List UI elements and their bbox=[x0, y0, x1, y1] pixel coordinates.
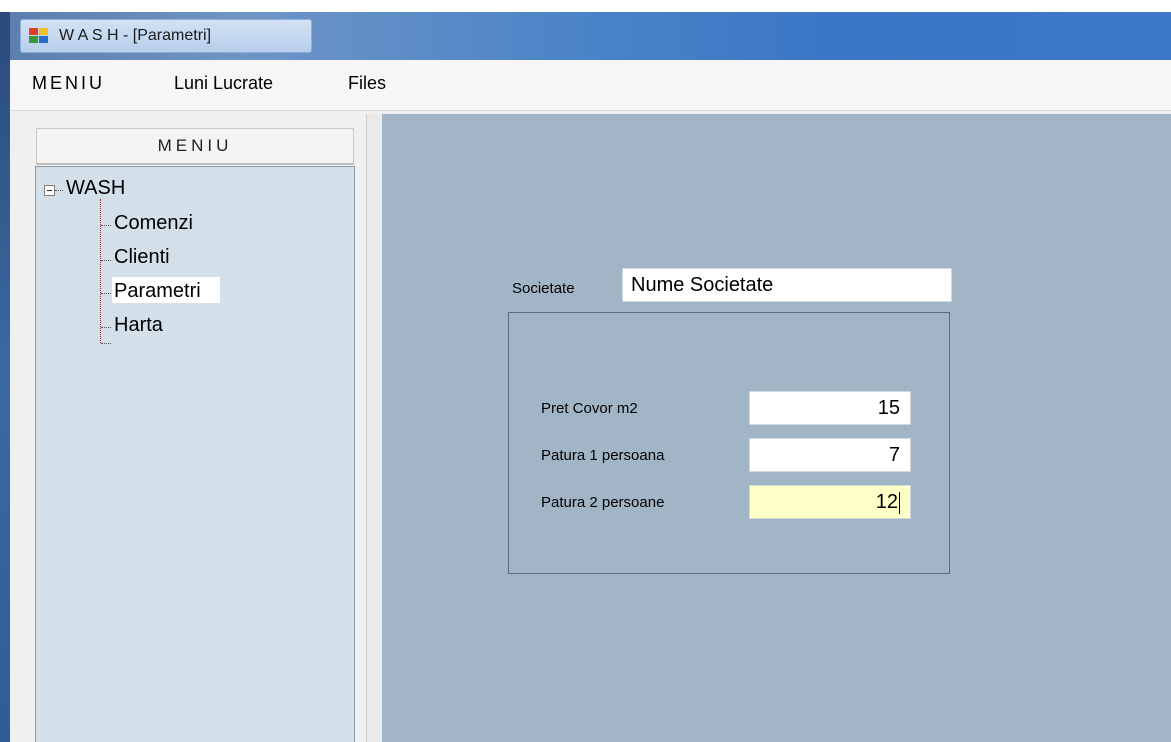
window-title: W A S H - [Parametri] bbox=[59, 27, 212, 44]
tree-connector bbox=[101, 293, 111, 294]
societate-input[interactable]: Nume Societate bbox=[622, 268, 952, 302]
menu-item-meniu[interactable]: MENIU bbox=[32, 73, 105, 94]
menu-item-luni-lucrate[interactable]: Luni Lucrate bbox=[174, 73, 273, 94]
text-caret bbox=[899, 491, 900, 514]
parameters-group: Pret Covor m2 15 Patura 1 persoana 7 Pat… bbox=[508, 312, 950, 574]
title-bar[interactable]: W A S H - [Parametri] bbox=[10, 12, 1171, 60]
menu-bar: MENIU Luni Lucrate Files bbox=[10, 60, 1171, 111]
tree-node-comenzi[interactable]: Comenzi bbox=[114, 212, 193, 235]
tree-connector bbox=[101, 225, 111, 226]
tree-connector bbox=[101, 260, 111, 261]
navigation-tree[interactable]: WASH Comenzi Clienti Parametri Harta bbox=[35, 166, 355, 742]
tree-connector bbox=[101, 343, 111, 344]
tree-node-wash[interactable]: WASH bbox=[66, 177, 125, 200]
patura-1-label: Patura 1 persoana bbox=[541, 447, 665, 464]
tree-node-harta[interactable]: Harta bbox=[114, 314, 163, 337]
tree-connector bbox=[55, 190, 63, 191]
patura-2-label: Patura 2 persoane bbox=[541, 494, 665, 511]
title-caption: W A S H - [Parametri] bbox=[20, 19, 312, 53]
patura-1-input[interactable]: 7 bbox=[749, 438, 911, 472]
tree-connector bbox=[100, 199, 101, 343]
menu-item-files[interactable]: Files bbox=[348, 73, 386, 94]
pret-covor-label: Pret Covor m2 bbox=[541, 400, 638, 417]
patura-2-value: 12 bbox=[875, 491, 898, 513]
app-window: W A S H - [Parametri] MENIU Luni Lucrate… bbox=[10, 12, 1171, 742]
societate-label: Societate bbox=[512, 280, 575, 297]
tree-connector bbox=[101, 327, 111, 328]
panel-header: MENIU bbox=[36, 128, 354, 165]
parameters-form: Societate Nume Societate Pret Covor m2 1… bbox=[382, 114, 1171, 742]
desktop-edge bbox=[0, 12, 10, 742]
collapse-icon[interactable] bbox=[44, 185, 55, 196]
pret-covor-input[interactable]: 15 bbox=[749, 391, 911, 425]
left-panel: MENIU WASH Comenzi Clienti Parametri Har… bbox=[24, 114, 366, 742]
tree-node-clienti[interactable]: Clienti bbox=[114, 246, 170, 269]
tree-node-parametri[interactable]: Parametri bbox=[114, 280, 201, 303]
patura-2-input[interactable]: 12 bbox=[749, 485, 911, 519]
app-icon bbox=[29, 28, 48, 43]
